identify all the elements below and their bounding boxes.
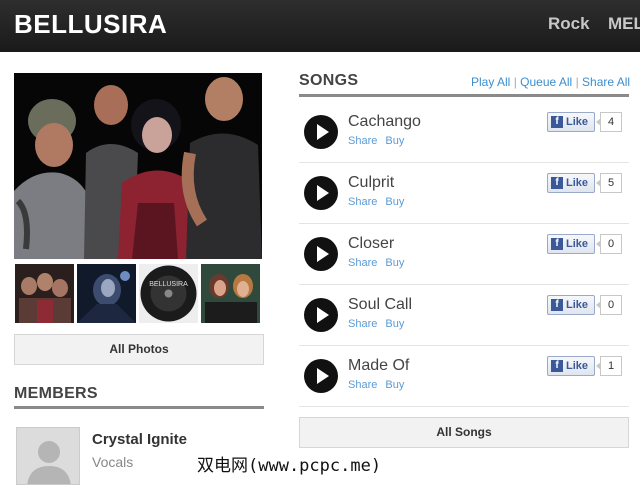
all-songs-button[interactable]: All Songs [299,417,629,448]
link-separator: | [513,75,517,89]
share-all-link[interactable]: Share All [582,75,630,89]
song-row: Soul Call Share Buy f Like 0 [299,285,629,346]
play-button-icon[interactable] [304,359,338,393]
song-row: Culprit Share Buy f Like 5 [299,163,629,224]
song-row: Made Of Share Buy f Like 1 [299,346,629,407]
member-name[interactable]: Crystal Ignite [92,431,187,448]
like-label: Like [566,360,589,372]
members-divider [14,406,264,409]
like-label: Like [566,177,589,189]
play-all-link[interactable]: Play All [471,75,510,89]
facebook-like-button[interactable]: f Like [547,173,595,193]
facebook-icon: f [551,116,563,128]
band-name[interactable]: BELLUSIRA [14,9,167,40]
song-title[interactable]: Soul Call [348,296,412,314]
watermark-text: 双电网(www.pcpc.me) [197,451,382,476]
song-row: Cachango Share Buy f Like 4 [299,102,629,163]
like-label: Like [566,238,589,250]
all-photos-button[interactable]: All Photos [14,334,264,365]
buy-link[interactable]: Buy [385,135,404,147]
buy-link[interactable]: Buy [385,379,404,391]
facebook-like-button[interactable]: f Like [547,356,595,376]
buy-link[interactable]: Buy [385,318,404,330]
song-row: Closer Share Buy f Like 0 [299,224,629,285]
photo-thumbnail[interactable] [77,264,136,323]
top-bar: BELLUSIRA Rock MEL [0,0,640,52]
song-title[interactable]: Closer [348,235,394,253]
play-button-icon[interactable] [304,237,338,271]
play-button-icon[interactable] [304,176,338,210]
album-thumbnail-text: BELLUSIRA [149,281,188,288]
photo-thumbnail[interactable] [15,264,74,323]
facebook-icon: f [551,238,563,250]
share-link[interactable]: Share [348,257,377,269]
band-photo[interactable] [14,73,262,259]
songs-actions: Play All | Queue All | Share All [471,75,630,89]
queue-all-link[interactable]: Queue All [520,75,572,89]
share-link[interactable]: Share [348,318,377,330]
facebook-like-button[interactable]: f Like [547,234,595,254]
link-separator: | [575,75,579,89]
nav-genre-mel[interactable]: MEL [608,14,640,34]
like-count: 4 [596,112,622,132]
album-thumbnail[interactable]: BELLUSIRA [139,264,198,323]
like-count: 0 [596,234,622,254]
song-title[interactable]: Culprit [348,174,394,192]
user-silhouette-icon [17,428,79,484]
buy-link[interactable]: Buy [385,257,404,269]
share-link[interactable]: Share [348,196,377,208]
play-button-icon[interactable] [304,298,338,332]
songs-heading: SONGS [299,72,359,89]
members-heading: MEMBERS [14,385,98,402]
facebook-like-button[interactable]: f Like [547,295,595,315]
facebook-like-button[interactable]: f Like [547,112,595,132]
song-title[interactable]: Cachango [348,113,421,131]
like-label: Like [566,299,589,311]
share-link[interactable]: Share [348,135,377,147]
facebook-icon: f [551,177,563,189]
nav-genre-rock[interactable]: Rock [548,14,590,34]
share-link[interactable]: Share [348,379,377,391]
like-count: 1 [596,356,622,376]
photo-thumbnail[interactable] [201,264,260,323]
facebook-icon: f [551,360,563,372]
member-role: Vocals [92,454,134,470]
song-title[interactable]: Made Of [348,357,409,375]
member-avatar[interactable] [16,427,80,485]
like-count: 0 [596,295,622,315]
like-label: Like [566,116,589,128]
buy-link[interactable]: Buy [385,196,404,208]
like-count: 5 [596,173,622,193]
play-button-icon[interactable] [304,115,338,149]
facebook-icon: f [551,299,563,311]
songs-divider [299,94,629,97]
